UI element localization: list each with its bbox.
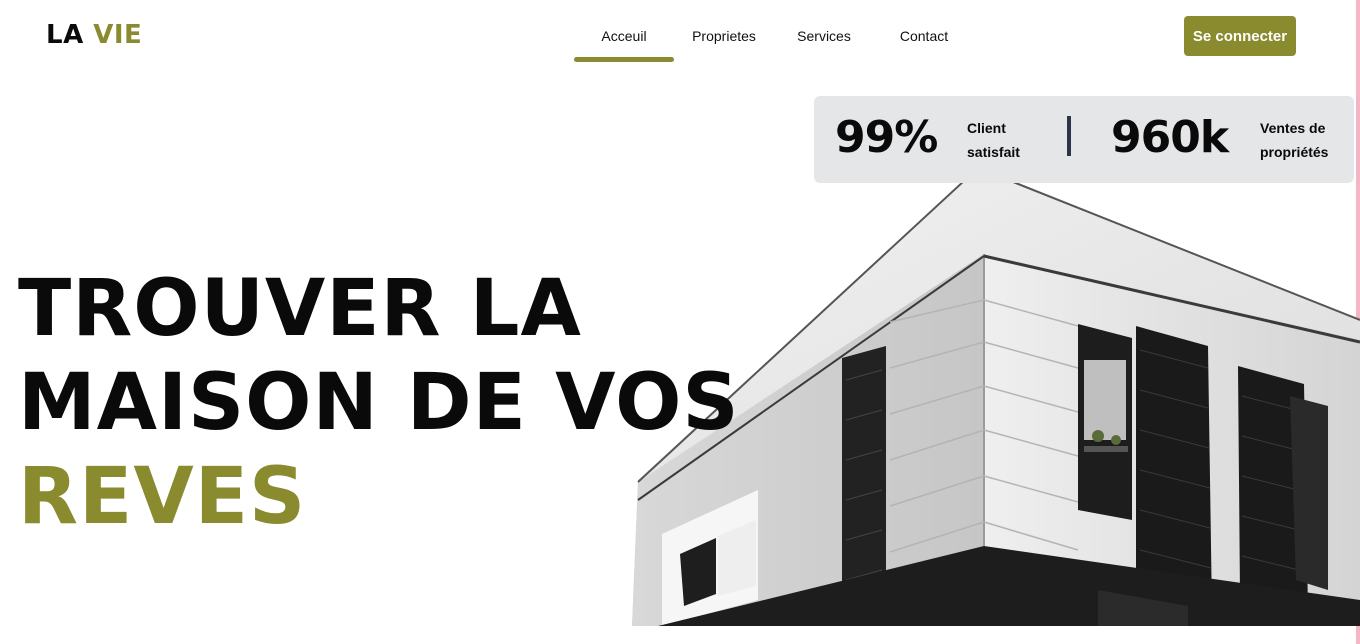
nav-item-acceuil[interactable]: Acceuil (574, 0, 674, 62)
hero-heading: TROUVER LA MAISON DE VOS REVES (18, 262, 740, 544)
nav-item-services[interactable]: Services (774, 0, 874, 62)
satisfaction-label-line1: Client (967, 120, 1006, 136)
logo-text-la: LA (46, 20, 84, 50)
nav-item-contact[interactable]: Contact (874, 0, 974, 62)
logo-text-vie: VIE (93, 20, 143, 50)
stats-panel: 99% Client satisfait 960k Ventes de prop… (814, 96, 1354, 183)
sales-value: 960k (1111, 112, 1229, 163)
hero-line-2: MAISON DE VOS (18, 358, 740, 448)
login-button[interactable]: Se connecter (1184, 16, 1296, 56)
sales-label-line1: Ventes de (1260, 120, 1326, 136)
hero-line-1: TROUVER LA (18, 264, 582, 354)
main-navigation: Acceuil Proprietes Services Contact (574, 0, 974, 62)
nav-item-proprietes[interactable]: Proprietes (674, 0, 774, 62)
logo[interactable]: LA VIE (46, 20, 142, 50)
sales-label: Ventes de propriétés (1260, 116, 1328, 164)
hero-line-3: REVES (18, 452, 307, 542)
sales-label-line2: propriétés (1260, 144, 1329, 160)
satisfaction-label-line2: satisfait (967, 144, 1020, 160)
satisfaction-value: 99% (835, 112, 938, 163)
satisfaction-label: Client satisfait (967, 116, 1020, 164)
stats-divider (1067, 116, 1071, 156)
